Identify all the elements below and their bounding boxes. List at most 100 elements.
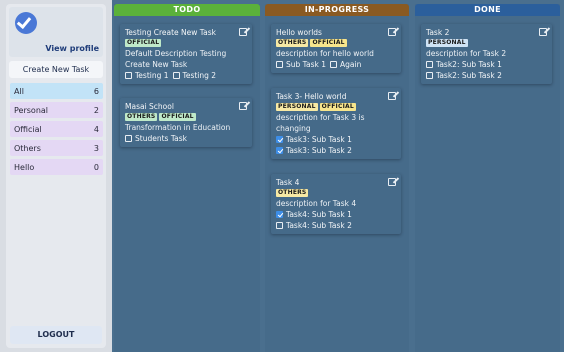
subtask-checkbox[interactable] — [276, 222, 283, 229]
tag-list: PERSONAL — [426, 39, 547, 47]
filter-count: 0 — [93, 162, 99, 172]
edit-icon[interactable] — [239, 102, 247, 110]
subtask-item: Again — [330, 59, 361, 70]
subtask-item: Sub Task 1 — [276, 59, 326, 70]
tag-list: OTHERS OFFICIAL — [125, 113, 247, 121]
subtask-label: Task4: Sub Task 2 — [286, 221, 352, 230]
task-title: Masai School — [125, 102, 174, 111]
task-description: description for Task 3 is changing — [276, 113, 365, 133]
subtask-checkbox[interactable] — [330, 61, 338, 68]
tag-personal: PERSONAL — [276, 103, 318, 111]
tag-official: OFFICIAL — [310, 39, 347, 47]
edit-icon[interactable] — [239, 28, 247, 36]
subtask-label: Task3: Sub Task 2 — [286, 146, 352, 155]
edit-icon[interactable] — [388, 178, 396, 186]
filter-hello[interactable]: Hello 0 — [10, 159, 103, 175]
filter-count: 3 — [93, 143, 99, 153]
tag-personal: PERSONAL — [426, 39, 468, 47]
task-title: Testing Create New Task — [125, 28, 216, 37]
column-header-done: DONE — [415, 4, 560, 16]
subtask-checkbox[interactable] — [125, 135, 132, 142]
subtask-item: Testing 2 — [172, 70, 217, 81]
subtask-checkbox-checked[interactable] — [276, 147, 283, 154]
column-header-todo: TODO — [114, 4, 260, 16]
subtask-list: Students Task — [125, 133, 247, 144]
filter-personal[interactable]: Personal 2 — [10, 102, 103, 118]
subtask-list: Testing 1 Testing 2 — [125, 70, 247, 81]
column-in-progress: IN-PROGRESS Hello worlds OTHERS OFFICIAL… — [265, 4, 409, 352]
subtask-checkbox[interactable] — [125, 72, 132, 79]
subtask-checkbox-checked[interactable] — [276, 136, 283, 143]
column-header-in-progress: IN-PROGRESS — [265, 4, 409, 16]
tag-others: OTHERS — [125, 113, 158, 121]
subtask-item: Task4: Sub Task 1 — [276, 209, 396, 220]
kanban-board: TODO Testing Create New Task OFFICIAL De… — [112, 0, 564, 352]
app: View profile Create New Task All 6 Perso… — [0, 0, 564, 352]
task-description: description for hello world — [276, 49, 374, 58]
subtask-label: Task2: Sub Task 2 — [436, 71, 502, 80]
subtask-item: Task3: Sub Task 2 — [276, 145, 396, 156]
subtask-label: Task3: Sub Task 1 — [286, 135, 352, 144]
task-description: Transformation in Education — [125, 123, 231, 132]
filter-label: Hello — [14, 162, 35, 172]
filter-count: 2 — [93, 105, 99, 115]
tag-official: OFFICIAL — [319, 103, 356, 111]
edit-icon[interactable] — [388, 28, 396, 36]
subtask-list: Task2: Sub Task 1 Task2: Sub Task 2 — [426, 59, 547, 81]
filter-count: 6 — [93, 86, 99, 96]
subtask-list: Sub Task 1 Again — [276, 59, 396, 70]
task-card[interactable]: Task 3- Hello world PERSONAL OFFICIAL de… — [271, 88, 401, 159]
edit-icon[interactable] — [388, 92, 396, 100]
subtask-item: Students Task — [125, 133, 187, 144]
filter-others[interactable]: Others 3 — [10, 140, 103, 156]
view-profile-link[interactable]: View profile — [45, 44, 99, 53]
subtask-checkbox[interactable] — [426, 72, 433, 79]
column-done: DONE Task 2 PERSONAL description for Tas… — [415, 4, 560, 352]
subtask-label: Sub Task 1 — [286, 60, 327, 69]
subtask-label: Task2: Sub Task 1 — [436, 60, 502, 69]
subtask-label: Testing 1 — [135, 71, 169, 80]
column-todo: TODO Testing Create New Task OFFICIAL De… — [114, 4, 260, 352]
tag-official: OFFICIAL — [159, 113, 196, 121]
filter-label: Others — [14, 143, 41, 153]
filter-count: 4 — [93, 124, 99, 134]
logout-button[interactable]: LOGOUT — [10, 326, 102, 344]
sidebar: View profile Create New Task All 6 Perso… — [6, 4, 106, 348]
subtask-checkbox[interactable] — [426, 61, 433, 68]
tag-list: OTHERS OFFICIAL — [276, 39, 396, 47]
task-title: Hello worlds — [276, 28, 322, 37]
subtask-label: Task4: Sub Task 1 — [286, 210, 352, 219]
subtask-label: Students Task — [135, 134, 188, 143]
subtask-checkbox[interactable] — [276, 61, 283, 68]
task-description: description for Task 4 — [276, 199, 357, 208]
task-title: Task 2 — [426, 28, 450, 37]
filter-label: Personal — [14, 105, 49, 115]
filter-all[interactable]: All 6 — [10, 83, 103, 99]
edit-icon[interactable] — [539, 28, 547, 36]
subtask-label: Testing 2 — [182, 71, 217, 80]
task-title: Task 3- Hello world — [276, 92, 347, 101]
filter-list: All 6 Personal 2 Official 4 Others 3 Hel… — [10, 83, 103, 178]
tag-others: OTHERS — [276, 189, 309, 197]
task-card[interactable]: Hello worlds OTHERS OFFICIAL description… — [271, 24, 401, 73]
tag-others: OTHERS — [276, 39, 309, 47]
create-new-task-button[interactable]: Create New Task — [9, 61, 103, 78]
app-logo-check-icon — [15, 12, 37, 34]
subtask-checkbox[interactable] — [172, 72, 180, 79]
subtask-list: Task3: Sub Task 1 Task3: Sub Task 2 — [276, 134, 396, 156]
subtask-item: Task3: Sub Task 1 — [276, 134, 396, 145]
filter-official[interactable]: Official 4 — [10, 121, 103, 137]
subtask-list: Task4: Sub Task 1 Task4: Sub Task 2 — [276, 209, 396, 231]
task-card[interactable]: Task 2 PERSONAL description for Task 2 T… — [421, 24, 552, 84]
task-card[interactable]: Testing Create New Task OFFICIAL Default… — [120, 24, 252, 84]
filter-label: Official — [14, 124, 42, 134]
tag-list: OFFICIAL — [125, 39, 247, 47]
subtask-item: Testing 1 — [125, 70, 169, 81]
filter-label: All — [14, 86, 24, 96]
task-description: description for Task 2 — [426, 49, 507, 58]
task-description: Default Description Testing Create New T… — [125, 49, 227, 69]
subtask-item: Task2: Sub Task 1 — [426, 59, 547, 70]
task-card[interactable]: Masai School OTHERS OFFICIAL Transformat… — [120, 98, 252, 147]
task-card[interactable]: Task 4 OTHERS description for Task 4 Tas… — [271, 174, 401, 234]
subtask-checkbox-checked[interactable] — [276, 211, 283, 218]
